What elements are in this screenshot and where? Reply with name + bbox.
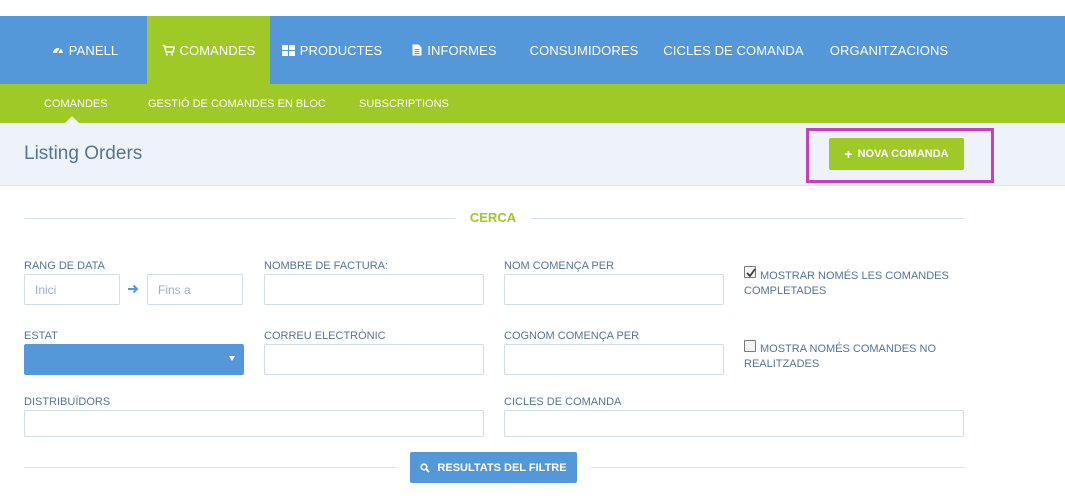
nav-item-consumidores[interactable]: CONSUMIDORES: [521, 16, 647, 84]
nav-item-organitzacions[interactable]: ORGANITZACIONS: [824, 16, 954, 84]
dashboard-icon: [52, 44, 64, 56]
page-title: Listing Orders: [24, 143, 143, 164]
top-navigation: PANELL COMANDES PRODUCTES INFORMES CONSU…: [0, 16, 1065, 84]
filter-results-label: RESULTATS DEL FILTRE: [437, 461, 567, 474]
nav-item-label: ORGANITZACIONS: [829, 42, 949, 58]
nav-item-cicles-de-comanda[interactable]: CICLES DE COMANDA: [658, 16, 809, 84]
section-divider: [531, 218, 964, 219]
last-name-label: COGNOM COMENÇA PER: [504, 330, 640, 342]
sub-navigation: COMANDES GESTIÓ DE COMANDES EN BLOC SUBS…: [0, 84, 1065, 123]
nav-item-label: COMANDES: [179, 42, 256, 58]
bottom-divider: [591, 467, 964, 468]
active-subnav-caret: [64, 116, 80, 124]
invoice-number-label: NOMBRE DE FACTURA:: [264, 260, 389, 272]
search-icon: [420, 462, 431, 473]
filter-results-button[interactable]: RESULTATS DEL FILTRE: [410, 452, 577, 483]
nav-item-label: INFORMES: [427, 42, 497, 58]
status-label: ESTAT: [24, 330, 58, 342]
invoice-number-input[interactable]: [264, 274, 484, 305]
nav-item-label: PRODUCTES: [299, 42, 383, 58]
show-completed-label: MOSTRAR NOMÉS LES COMANDES COMPLETADES: [744, 270, 949, 297]
arrow-right-icon: [127, 282, 139, 300]
date-to-input[interactable]: Fins a: [147, 274, 243, 305]
subnav-item-gestio-comandes-bloc[interactable]: GESTIÓ DE COMANDES EN BLOC: [148, 84, 326, 123]
email-input[interactable]: [264, 344, 484, 375]
subnav-item-label: SUBSCRIPTIONS: [359, 97, 449, 110]
grid-icon: [281, 44, 295, 56]
nav-item-label: CICLES DE COMANDA: [663, 42, 804, 58]
subnav-item-subscriptions[interactable]: SUBSCRIPTIONS: [359, 84, 449, 123]
distributors-label: DISTRIBUÏDORS: [24, 396, 111, 408]
dropdown-arrow-icon: [229, 356, 235, 361]
show-uncompleted-label: MOSTRA NOMÉS COMANDES NO REALITZADES: [744, 343, 937, 370]
nav-item-label: CONSUMIDORES: [529, 42, 639, 58]
nav-item-productes[interactable]: PRODUCTES: [278, 16, 386, 84]
email-label: CORREU ELECTRÒNIC: [264, 330, 386, 342]
distributors-input[interactable]: [24, 410, 484, 437]
first-name-input[interactable]: [504, 274, 724, 305]
subnav-item-label: COMANDES: [44, 97, 108, 110]
order-cycles-input[interactable]: [504, 410, 964, 437]
date-range-label: RANG DE DATA: [24, 260, 105, 272]
nav-item-informes[interactable]: INFORMES: [407, 16, 502, 84]
highlight-annotation-box: [806, 128, 994, 183]
search-section-title: CERCA: [469, 210, 517, 225]
last-name-input[interactable]: [504, 344, 724, 375]
nav-item-panell[interactable]: PANELL: [35, 16, 135, 84]
section-divider: [24, 218, 456, 219]
first-name-label: NOM COMENÇA PER: [504, 260, 615, 272]
document-icon: [412, 44, 422, 56]
bottom-divider: [24, 467, 396, 468]
cart-icon: [162, 44, 175, 56]
status-select[interactable]: [24, 344, 244, 375]
nav-item-label: PANELL: [68, 42, 119, 58]
nav-item-comandes[interactable]: COMANDES: [147, 16, 270, 84]
subnav-item-label: GESTIÓ DE COMANDES EN BLOC: [148, 97, 326, 110]
date-from-input[interactable]: Inici: [24, 274, 120, 305]
order-cycles-label: CICLES DE COMANDA: [504, 396, 622, 408]
app-root: PANELL COMANDES PRODUCTES INFORMES CONSU…: [0, 0, 1065, 498]
